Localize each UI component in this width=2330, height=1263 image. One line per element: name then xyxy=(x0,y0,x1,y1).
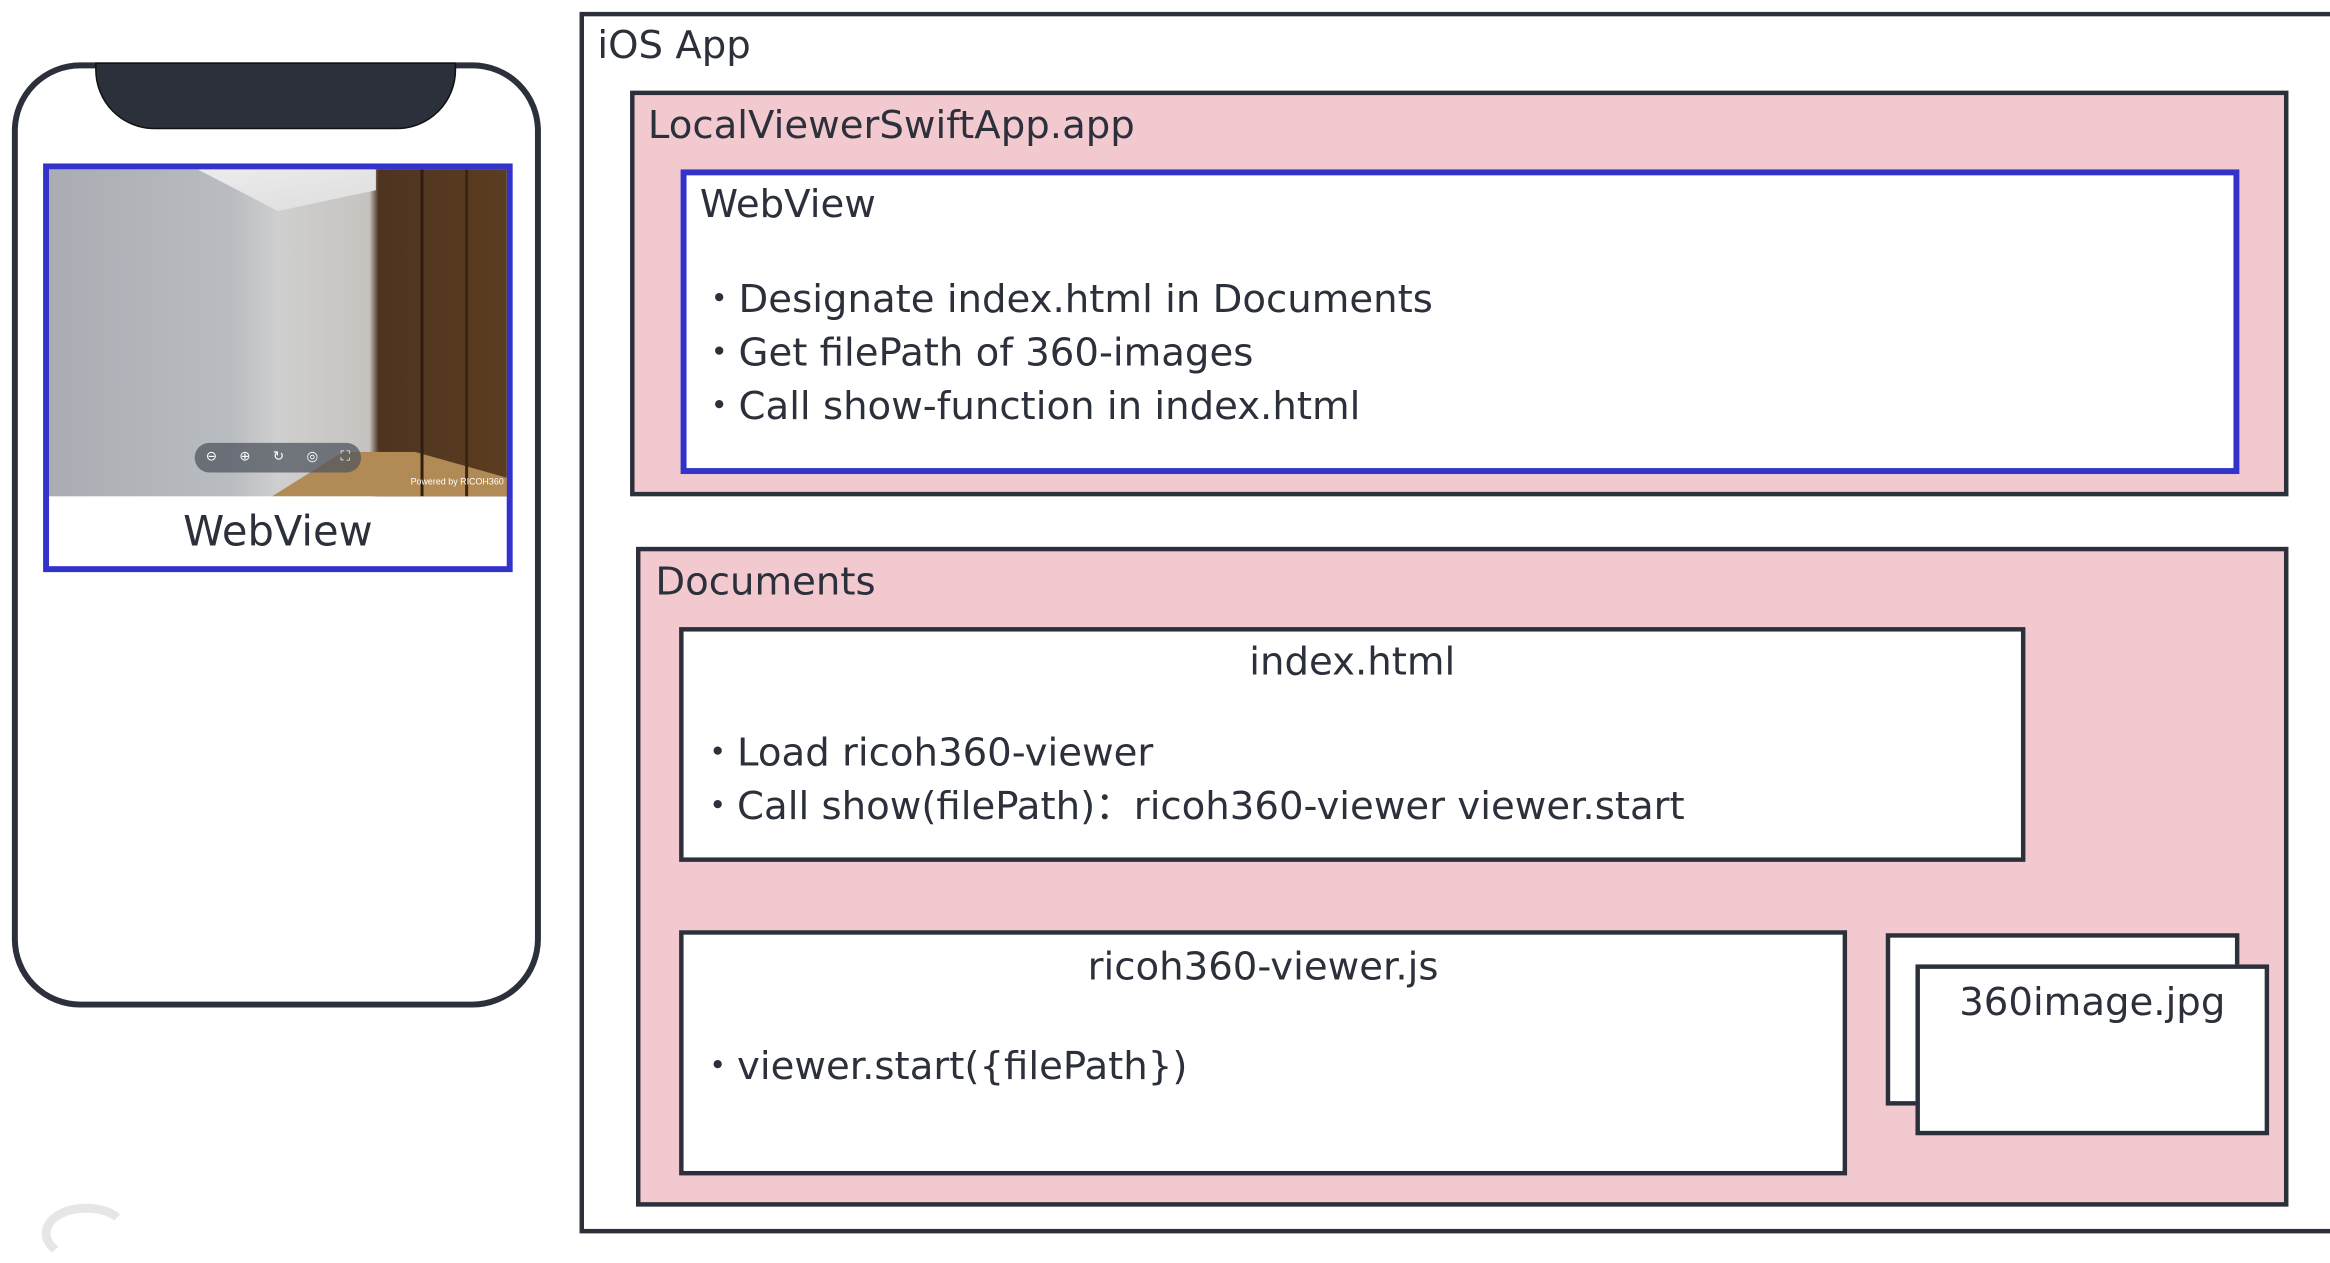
webview-label: WebView xyxy=(183,506,373,556)
zoom-in-icon[interactable]: ⊕ xyxy=(239,450,250,465)
rotate-icon[interactable]: ↻ xyxy=(273,450,284,465)
index-html-bullets: ・Load ricoh360-viewer ・Call show(filePat… xyxy=(698,727,1684,834)
zoom-out-icon[interactable]: ⊖ xyxy=(206,450,217,465)
bullet: ・Get filePath of 360-images xyxy=(699,331,1254,376)
viewer-toolbar: ⊖ ⊕ ↻ ◎ ⛶ xyxy=(194,442,362,473)
closet-edge xyxy=(420,169,424,497)
app-bundle-label: LocalViewerSwiftApp.app xyxy=(647,104,1135,149)
webview-bullets: ・Designate index.html in Documents ・Get … xyxy=(700,273,1433,433)
viewer-js-bullets: ・viewer.start({filePath}) xyxy=(698,1040,1187,1093)
ios-app-label: iOS App xyxy=(597,23,751,69)
phone-webview: ⊖ ⊕ ↻ ◎ ⛶ Powered by RICOH360 WebView xyxy=(43,163,513,573)
phone-notch xyxy=(95,62,457,130)
index-html-title: index.html xyxy=(1249,640,1456,686)
bullet: ・Call show-function in index.html xyxy=(699,384,1361,430)
compass-icon[interactable]: ◎ xyxy=(306,450,318,465)
bullet: ・Call show(filePath)：ricoh360-viewer vie… xyxy=(698,784,1685,830)
webview-title: WebView xyxy=(699,182,876,228)
documents-label: Documents xyxy=(655,560,876,605)
powered-by: Powered by RICOH360 xyxy=(410,478,504,488)
image-file-label: 360image.jpg xyxy=(1959,980,2226,1026)
fullscreen-icon[interactable]: ⛶ xyxy=(341,450,350,465)
closet-seam xyxy=(465,169,469,497)
bullet: ・Load ricoh360-viewer xyxy=(698,731,1154,776)
decorative-arc-icon xyxy=(41,1203,131,1263)
ceiling xyxy=(197,169,376,212)
viewer-js-title: ricoh360-viewer.js xyxy=(1087,945,1439,990)
bullet: ・viewer.start({filePath}) xyxy=(698,1044,1188,1090)
panorama-image[interactable]: ⊖ ⊕ ↻ ◎ ⛶ Powered by RICOH360 xyxy=(49,169,507,497)
bullet: ・Designate index.html in Documents xyxy=(699,277,1433,323)
